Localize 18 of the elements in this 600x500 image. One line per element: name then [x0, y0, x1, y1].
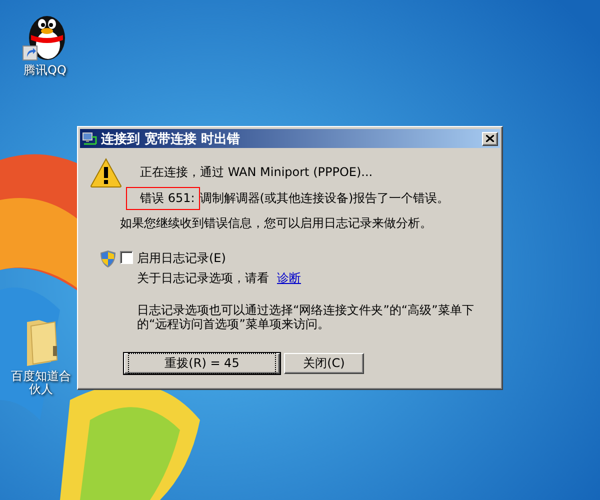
logging-checkbox[interactable]: [120, 251, 133, 264]
error-message: 调制解调器(或其他连接设备)报告了一个错误。: [200, 190, 450, 207]
status-text: 正在连接，通过 WAN Miniport (PPPOE)...: [140, 164, 374, 181]
shield-icon: [100, 250, 116, 268]
close-icon: [486, 135, 494, 142]
note-text: 日志记录选项也可以通过选择“网络连接文件夹”的“高级”菜单下的“远程访问首选项”菜单项来访问。: [137, 303, 475, 331]
window-title: 连接到 宽带连接 时出错: [101, 130, 242, 148]
diagnose-text: 关于日志记录选项，请看: [137, 270, 269, 287]
diagnose-link[interactable]: 诊断: [277, 270, 301, 287]
error-code: 错误 651:: [126, 187, 200, 210]
redial-button[interactable]: 重拨(R) = 45: [124, 353, 280, 374]
network-icon: [82, 132, 98, 146]
desktop-icon-label[interactable]: 腾讯QQ: [12, 64, 78, 77]
dialog-button[interactable]: 关闭(C): [284, 353, 364, 374]
close-button[interactable]: [482, 132, 498, 146]
hint-text: 如果您继续收到错误信息，您可以启用日志记录来做分析。: [120, 215, 433, 232]
warning-icon: [90, 158, 122, 188]
logging-label[interactable]: 启用日志记录(E): [137, 250, 301, 267]
